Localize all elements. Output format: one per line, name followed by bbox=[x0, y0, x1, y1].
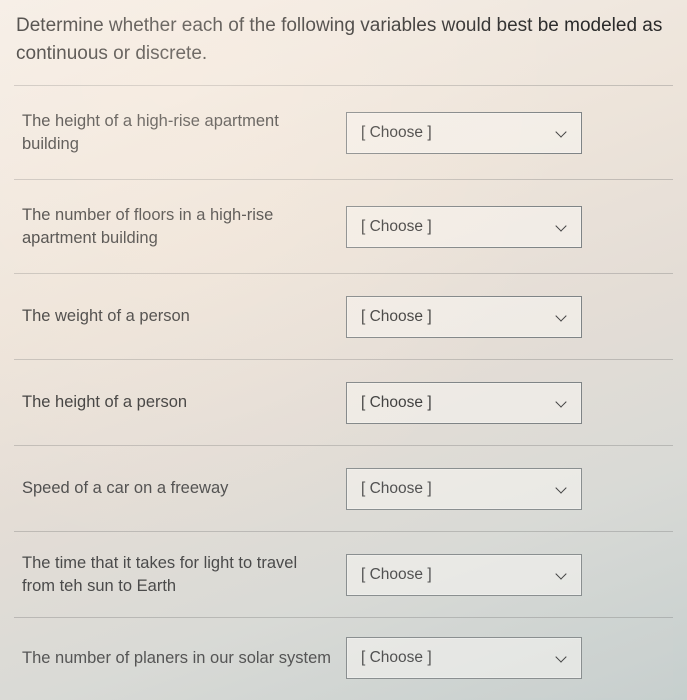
table-row: The number of planers in our solar syste… bbox=[14, 618, 673, 698]
variable-label: The number of floors in a high-rise apar… bbox=[14, 190, 342, 264]
table-row: The height of a high-rise apartment buil… bbox=[14, 86, 673, 180]
variable-label: The weight of a person bbox=[14, 291, 342, 342]
dropdown-value: [ Choose ] bbox=[361, 394, 432, 412]
dropdown-value: [ Choose ] bbox=[361, 649, 432, 667]
table-row: The time that it takes for light to trav… bbox=[14, 532, 673, 618]
choose-dropdown[interactable]: [ Choose ] bbox=[346, 382, 582, 424]
chevron-down-icon bbox=[555, 482, 569, 496]
control-cell: [ Choose ] bbox=[342, 627, 673, 689]
variable-label: The height of a person bbox=[14, 377, 342, 428]
table-row: Speed of a car on a freeway [ Choose ] bbox=[14, 446, 673, 532]
control-cell: [ Choose ] bbox=[342, 544, 673, 606]
variable-label: Speed of a car on a freeway bbox=[14, 463, 342, 514]
choose-dropdown[interactable]: [ Choose ] bbox=[346, 296, 582, 338]
table-row: The weight of a person [ Choose ] bbox=[14, 274, 673, 360]
table-row: The height of a person [ Choose ] bbox=[14, 360, 673, 446]
question-rows: The height of a high-rise apartment buil… bbox=[14, 85, 673, 698]
choose-dropdown[interactable]: [ Choose ] bbox=[346, 112, 582, 154]
variable-label: The height of a high-rise apartment buil… bbox=[14, 96, 342, 170]
choose-dropdown[interactable]: [ Choose ] bbox=[346, 637, 582, 679]
dropdown-value: [ Choose ] bbox=[361, 566, 432, 584]
chevron-down-icon bbox=[555, 568, 569, 582]
control-cell: [ Choose ] bbox=[342, 286, 673, 348]
chevron-down-icon bbox=[555, 220, 569, 234]
chevron-down-icon bbox=[555, 396, 569, 410]
control-cell: [ Choose ] bbox=[342, 196, 673, 258]
variable-label: The number of planers in our solar syste… bbox=[14, 633, 342, 684]
dropdown-value: [ Choose ] bbox=[361, 480, 432, 498]
control-cell: [ Choose ] bbox=[342, 102, 673, 164]
dropdown-value: [ Choose ] bbox=[361, 308, 432, 326]
chevron-down-icon bbox=[555, 310, 569, 324]
control-cell: [ Choose ] bbox=[342, 372, 673, 434]
choose-dropdown[interactable]: [ Choose ] bbox=[346, 554, 582, 596]
control-cell: [ Choose ] bbox=[342, 458, 673, 520]
dropdown-value: [ Choose ] bbox=[361, 124, 432, 142]
variable-label: The time that it takes for light to trav… bbox=[14, 538, 342, 612]
choose-dropdown[interactable]: [ Choose ] bbox=[346, 206, 582, 248]
question-prompt: Determine whether each of the following … bbox=[14, 10, 673, 85]
chevron-down-icon bbox=[555, 651, 569, 665]
table-row: The number of floors in a high-rise apar… bbox=[14, 180, 673, 274]
chevron-down-icon bbox=[555, 126, 569, 140]
dropdown-value: [ Choose ] bbox=[361, 218, 432, 236]
choose-dropdown[interactable]: [ Choose ] bbox=[346, 468, 582, 510]
